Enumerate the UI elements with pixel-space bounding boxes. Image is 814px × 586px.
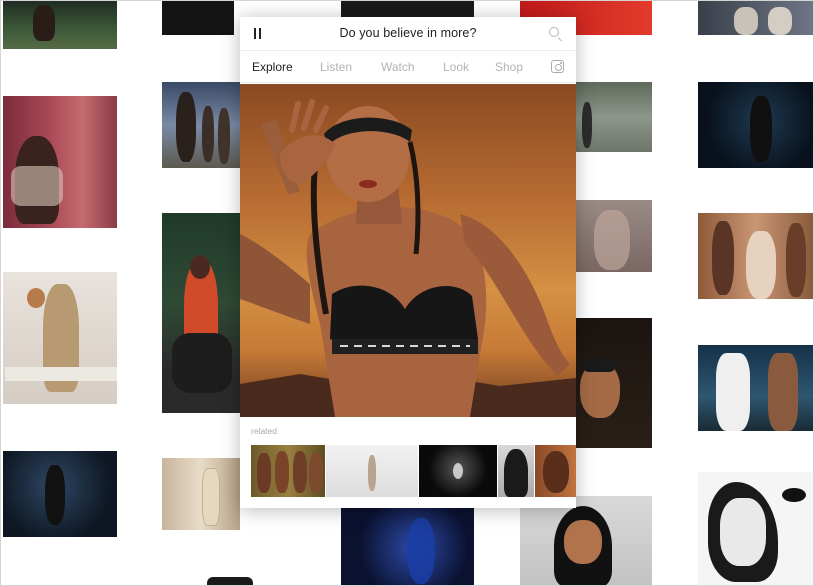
hero-image[interactable] [240,84,576,417]
nav-watch[interactable]: Watch [381,60,415,74]
related-label: related [251,426,277,436]
feature-panel: Do you believe in more? Explore Listen W… [240,17,576,508]
photo-tile[interactable] [576,318,652,448]
panel-title: Do you believe in more? [339,26,477,40]
panel-nav: Explore Listen Watch Look Shop [240,52,576,83]
photo-tile[interactable] [3,272,117,404]
nav-explore[interactable]: Explore [252,60,293,74]
pause-icon[interactable] [252,28,264,40]
nav-shop[interactable]: Shop [495,60,523,74]
related-thumb[interactable] [251,445,325,497]
nav-listen[interactable]: Listen [320,60,352,74]
photo-tile[interactable] [698,213,813,299]
photo-tile[interactable] [3,451,117,537]
photo-tile[interactable] [162,82,240,168]
related-thumb[interactable] [326,445,418,497]
related-thumb[interactable] [419,445,497,497]
photo-tile[interactable] [576,200,652,272]
photo-tile[interactable] [341,508,474,585]
page-frame: Do you believe in more? Explore Listen W… [0,0,814,586]
photo-tile[interactable] [162,458,240,530]
related-thumb[interactable] [535,445,576,497]
photo-tile[interactable] [207,577,253,585]
photo-tile[interactable] [3,1,117,49]
instagram-icon[interactable] [551,60,564,73]
related-thumb[interactable] [498,445,534,497]
photo-tile[interactable] [162,1,234,35]
photo-tile[interactable] [576,82,652,152]
search-icon[interactable] [549,27,563,42]
photo-tile[interactable] [698,1,813,35]
photo-tile[interactable] [3,96,117,228]
hero-figure [240,99,576,417]
panel-header: Do you believe in more? [240,17,576,51]
nav-look[interactable]: Look [443,60,469,74]
photo-tile[interactable] [162,213,240,413]
photo-tile[interactable] [698,472,813,585]
photo-tile[interactable] [698,345,813,431]
photo-tile[interactable] [341,1,474,17]
photo-tile[interactable] [698,82,813,168]
photo-tile[interactable] [520,496,652,585]
related-strip [251,445,576,497]
